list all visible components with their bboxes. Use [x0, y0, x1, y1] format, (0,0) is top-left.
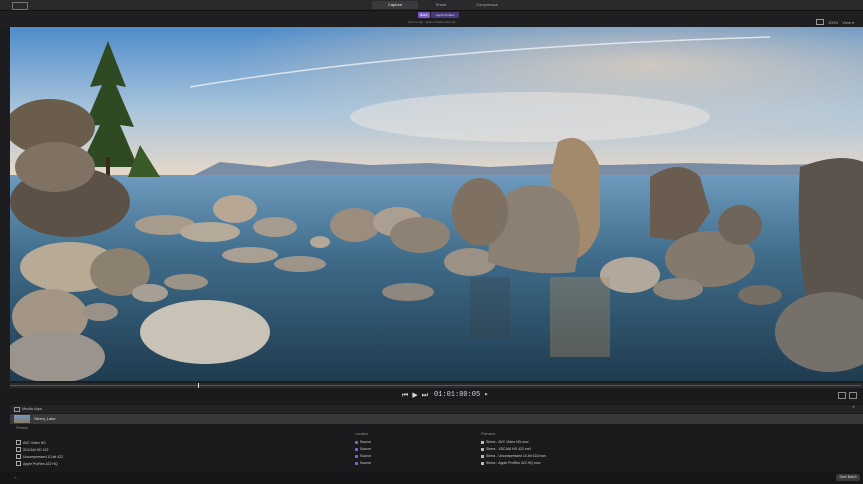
transport-controls: ⏮ ▶ ⏭: [402, 391, 428, 400]
preset-name: XDCAM HD 422: [23, 447, 49, 452]
column-header-location: Location: [355, 432, 369, 436]
location-cell[interactable]: Source: [355, 461, 371, 465]
location-value: Source: [360, 461, 372, 465]
close-icon[interactable]: ×: [852, 405, 855, 411]
document-icon: [481, 447, 484, 451]
clip-row[interactable]: [10, 414, 863, 424]
clip-name: Sierra_Lake: [34, 416, 56, 421]
folder-icon: [355, 461, 358, 465]
preset-name: Uncompressed 10-bit 422: [23, 454, 64, 459]
view-controls: 100% View ▾: [816, 19, 854, 25]
zoom-level[interactable]: 100%: [828, 20, 838, 25]
column-header-presets: Presets: [16, 426, 28, 430]
checkbox-icon[interactable]: [16, 440, 21, 445]
panel-title: Media clips: [22, 406, 43, 411]
previous-frame-icon[interactable]: ⏮: [402, 391, 408, 400]
film-icon: [14, 407, 20, 412]
location-value: Source: [360, 454, 372, 458]
tab-share[interactable]: Share: [418, 1, 464, 9]
timecode-display[interactable]: 01:01:00:05 ▸: [434, 391, 489, 400]
mode-tabs: Capture Share Compressor: [372, 1, 510, 9]
batch-toggle[interactable]: Batch: [418, 12, 430, 18]
location-value: Source: [360, 447, 372, 451]
crop-icon[interactable]: [849, 392, 857, 399]
location-cell[interactable]: Source: [355, 454, 371, 458]
preset-row[interactable]: AVC Video HD: [16, 440, 46, 445]
checkbox-icon[interactable]: [16, 447, 21, 452]
format-toggle-button[interactable]: Apple ProRes: [431, 12, 459, 18]
panel-header: [10, 405, 863, 413]
video-viewer[interactable]: [10, 27, 863, 381]
preset-name: AVC Video HD: [23, 440, 46, 445]
filename-cell[interactable]: Sierra - Apple ProRes 422 HQ.mov: [481, 461, 540, 465]
play-icon[interactable]: ▶: [412, 391, 417, 400]
folder-icon: [355, 440, 358, 444]
transport-bar: [0, 389, 863, 403]
filename-value: Sierra - Uncompressed 10-bit 422.mov: [486, 454, 547, 458]
column-header-filename: Filename: [481, 432, 496, 436]
checkbox-icon[interactable]: [16, 454, 21, 459]
filename-value: Sierra - XDCAM HD 422.mxf: [486, 447, 531, 451]
document-icon: [481, 454, 484, 458]
format-toggle: Batch Apple ProRes: [418, 12, 459, 18]
display-icon[interactable]: [816, 19, 824, 25]
panel-footer: [0, 472, 863, 484]
filename-cell[interactable]: Sierra - Uncompressed 10-bit 422.mov: [481, 454, 546, 458]
document-icon: [481, 440, 484, 444]
filename-value: Sierra - AVC Video HD.mov: [486, 440, 529, 444]
lake-scene-image: [10, 27, 863, 381]
sidebar-toggle-icon[interactable]: [12, 2, 28, 10]
job-details: Presets Location Filename AVC Video HD X…: [10, 426, 863, 470]
tab-capture[interactable]: Capture: [372, 1, 418, 9]
timeline-track: [10, 385, 861, 386]
document-icon: [481, 461, 484, 465]
clip-thumbnail: [14, 415, 30, 423]
folder-icon: [355, 447, 358, 451]
fullscreen-icon[interactable]: [838, 392, 846, 399]
preset-row[interactable]: XDCAM HD 422: [16, 447, 48, 452]
location-cell[interactable]: Source: [355, 447, 371, 451]
folder-icon: [355, 454, 358, 458]
checkbox-icon[interactable]: [16, 461, 21, 466]
preset-row[interactable]: Apple ProRes 422 HQ: [16, 461, 58, 466]
preset-row[interactable]: Uncompressed 10-bit 422: [16, 454, 63, 459]
location-value: Source: [360, 440, 372, 444]
filename-cell[interactable]: Sierra - XDCAM HD 422.mxf: [481, 447, 531, 451]
location-cell[interactable]: Source: [355, 440, 371, 444]
add-remove-controls[interactable]: + -: [14, 475, 19, 480]
filename-cell[interactable]: Sierra - AVC Video HD.mov: [481, 440, 529, 444]
filename-value: Sierra - Apple ProRes 422 HQ.mov: [486, 461, 541, 465]
media-info: Source clip · Apple ProRes 422 HQ: [408, 20, 456, 24]
tab-compressor[interactable]: Compressor: [464, 1, 510, 9]
playhead[interactable]: [198, 383, 199, 388]
next-frame-icon[interactable]: ⏭: [422, 391, 428, 400]
preset-name: Apple ProRes 422 HQ: [23, 461, 58, 466]
viewer-options: [838, 392, 857, 399]
view-menu[interactable]: View ▾: [842, 20, 854, 25]
start-batch-button[interactable]: Start Batch: [836, 474, 860, 481]
